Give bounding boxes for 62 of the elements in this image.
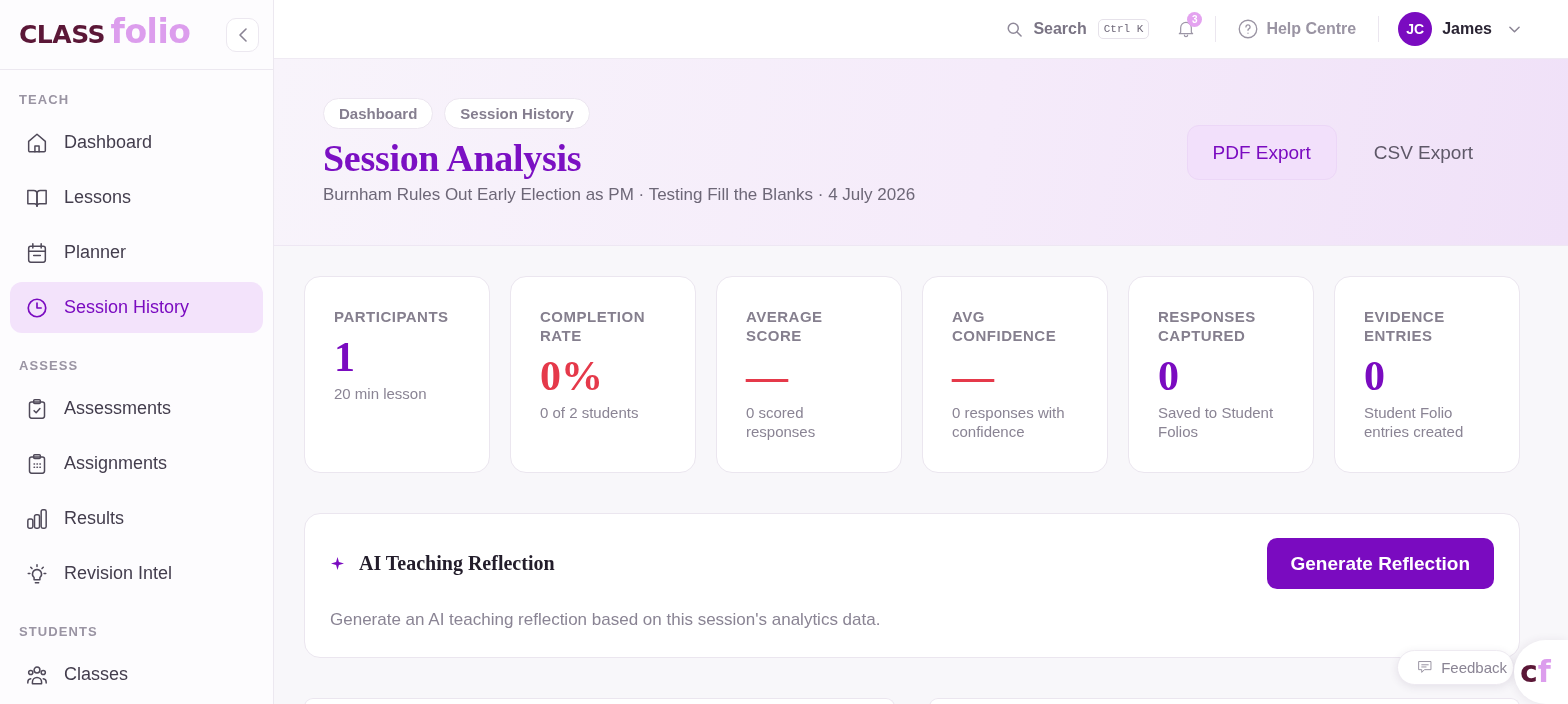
stat-value: 1 (334, 335, 356, 379)
stat-label: AVERAGE SCORE (746, 307, 824, 345)
nav-item[interactable]: Assignments (10, 438, 263, 489)
calendar-icon (27, 242, 47, 263)
breadcrumb-link[interactable]: Dashboard (323, 98, 434, 129)
clipboard-check-icon (27, 398, 47, 419)
logo: CLASS folio (19, 11, 191, 53)
stat-value: 0% (540, 354, 604, 398)
nav-item[interactable]: Assessments (10, 383, 263, 434)
stat-value: 0 (1364, 354, 1386, 398)
collapse-button[interactable] (226, 17, 259, 52)
stat-note: Saved to Student Folios (1158, 403, 1275, 441)
generate-reflection-button[interactable]: Generate Reflection (1266, 538, 1494, 589)
export-button[interactable]: CSV Export (1347, 125, 1499, 180)
stat-note: 0 responses with confidence (952, 403, 1066, 441)
nav-item[interactable]: Dashboard (10, 117, 263, 168)
avatar[interactable]: JC (1398, 12, 1433, 46)
export-button[interactable]: PDF Export (1186, 125, 1337, 180)
lightbulb-icon (27, 563, 47, 584)
search-icon (1007, 21, 1023, 37)
stat-label: EVIDENCE ENTRIES (1364, 307, 1446, 345)
stat-label: PARTICIPANTS (334, 307, 450, 326)
nav-item[interactable]: Revision Intel (10, 548, 263, 599)
stat-note: 0 scored responses (746, 403, 817, 441)
section-heading: TEACH (18, 92, 71, 108)
bar-chart-icon (27, 508, 47, 529)
stat-value: — (746, 354, 790, 398)
book-icon (27, 187, 47, 208)
chevron-down-icon (1509, 25, 1520, 33)
chevron-left-icon (238, 27, 247, 42)
nav-item[interactable]: Planner (10, 227, 263, 278)
sparkle-icon (331, 557, 344, 570)
page-title: Session Analysis (323, 137, 583, 179)
nav-item[interactable]: Session History (10, 282, 263, 333)
card-title: AI Teaching Reflection (359, 552, 555, 575)
stat-value: — (952, 354, 996, 398)
nav-item[interactable]: Classes (10, 649, 263, 700)
section-heading: ASSESS (18, 358, 80, 374)
clipboard-icon (27, 453, 47, 474)
stat-note: 20 min lesson (334, 384, 428, 403)
search-button[interactable]: Search (1007, 20, 1087, 38)
shortcut-key: Ctrl K (1097, 19, 1150, 39)
home-icon (27, 132, 47, 153)
question-circle-icon (1238, 19, 1259, 39)
nav-item[interactable]: Lessons (10, 172, 263, 223)
stat-note: 0 of 2 students (540, 403, 640, 422)
page-subtitle: Burnham Rules Out Early Election as PM · Testing Fill the Blanks · 4 July 2026 (323, 184, 916, 206)
section-heading: STUDENTS (18, 624, 99, 640)
breadcrumb-link[interactable]: Session History (444, 98, 590, 129)
people-icon (27, 664, 47, 685)
clock-icon (27, 297, 47, 318)
stat-label: AVG CONFIDENCE (952, 307, 1058, 345)
nav-item[interactable]: Results (10, 493, 263, 544)
stat-label: RESPONSES CAPTURED (1158, 307, 1257, 345)
stat-note: Student Folio entries created (1364, 403, 1465, 441)
notification-badge: 3 (1187, 12, 1203, 27)
stat-label: COMPLETION RATE (540, 307, 646, 345)
card-description: Generate an AI teaching reflection based on this session's analytics data. (330, 609, 882, 631)
feedback-button[interactable]: Feedback (1397, 650, 1514, 685)
chat-icon (1418, 661, 1433, 674)
stat-value: 0 (1158, 354, 1180, 398)
user-menu-button[interactable]: James (1442, 20, 1520, 38)
